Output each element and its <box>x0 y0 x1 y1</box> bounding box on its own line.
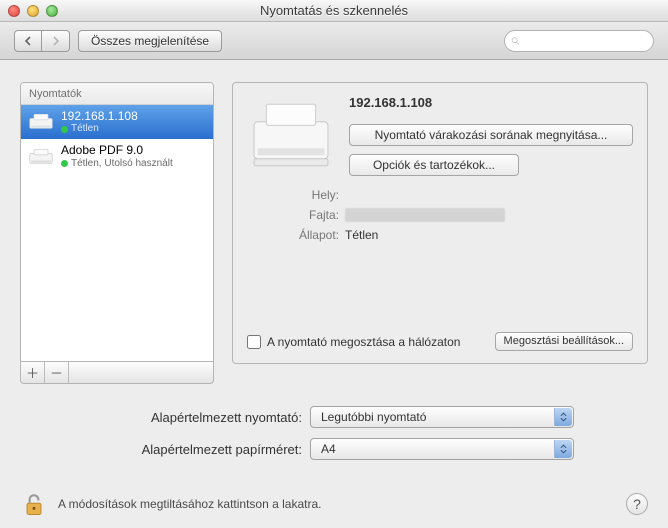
printer-status: Tétlen <box>61 123 138 135</box>
default-paper-label: Alapértelmezett papírméret: <box>20 442 310 457</box>
share-label: A nyomtató megosztása a hálózaton <box>267 335 460 349</box>
status-label: Állapot: <box>247 228 345 242</box>
window-title: Nyomtatás és szkennelés <box>0 3 668 18</box>
printer-row[interactable]: 192.168.1.108 Tétlen <box>21 105 213 139</box>
printer-icon <box>27 146 55 168</box>
search-input[interactable] <box>524 35 647 47</box>
printer-large-icon <box>247 95 335 175</box>
remove-button[interactable]: － <box>45 362 69 383</box>
printer-icon <box>27 111 55 133</box>
location-label: Hely: <box>247 188 345 202</box>
printer-name: Adobe PDF 9.0 <box>61 143 173 157</box>
lock-text: A módosítások megtiltásához kattintson a… <box>58 497 321 511</box>
add-button[interactable]: ＋ <box>21 362 45 383</box>
status-dot-icon <box>61 126 68 133</box>
printer-name: 192.168.1.108 <box>61 109 138 123</box>
chevron-up-down-icon <box>554 440 572 458</box>
status-dot-icon <box>61 160 68 167</box>
help-button[interactable]: ? <box>626 493 648 515</box>
status-value: Tétlen <box>345 228 633 242</box>
default-paper-select[interactable]: A4 <box>310 438 574 460</box>
kind-value <box>345 208 633 222</box>
back-button[interactable] <box>14 30 42 52</box>
options-supplies-button[interactable]: Opciók és tartozékok... <box>349 154 519 176</box>
forward-button[interactable] <box>42 30 70 52</box>
titlebar: Nyomtatás és szkennelés <box>0 0 668 22</box>
search-field[interactable] <box>504 30 654 52</box>
lock-icon[interactable] <box>20 490 48 518</box>
add-remove-bar: ＋ － <box>20 362 214 384</box>
printer-row[interactable]: Adobe PDF 9.0 Tétlen, Utolsó használt <box>21 139 213 173</box>
search-icon <box>511 35 520 47</box>
nav-segment <box>14 30 70 52</box>
chevron-up-down-icon <box>554 408 572 426</box>
default-printer-select[interactable]: Legutóbbi nyomtató <box>310 406 574 428</box>
detail-printer-name: 192.168.1.108 <box>349 95 633 110</box>
toolbar: Összes megjelenítése <box>0 22 668 60</box>
printer-detail: 192.168.1.108 Nyomtató várakozási sorána… <box>232 82 648 364</box>
share-checkbox[interactable] <box>247 335 261 349</box>
kind-label: Fajta: <box>247 208 345 222</box>
show-all-button[interactable]: Összes megjelenítése <box>78 30 222 52</box>
share-settings-button[interactable]: Megosztási beállítások... <box>495 332 633 351</box>
open-queue-button[interactable]: Nyomtató várakozási sorának megnyitása..… <box>349 124 633 146</box>
location-value <box>345 188 633 202</box>
default-printer-label: Alapértelmezett nyomtató: <box>20 410 310 425</box>
printer-status: Tétlen, Utolsó használt <box>61 158 173 170</box>
printer-list-header: Nyomtatók <box>21 83 213 105</box>
printer-list: Nyomtatók 192.168.1.108 Tétlen <box>20 82 214 362</box>
